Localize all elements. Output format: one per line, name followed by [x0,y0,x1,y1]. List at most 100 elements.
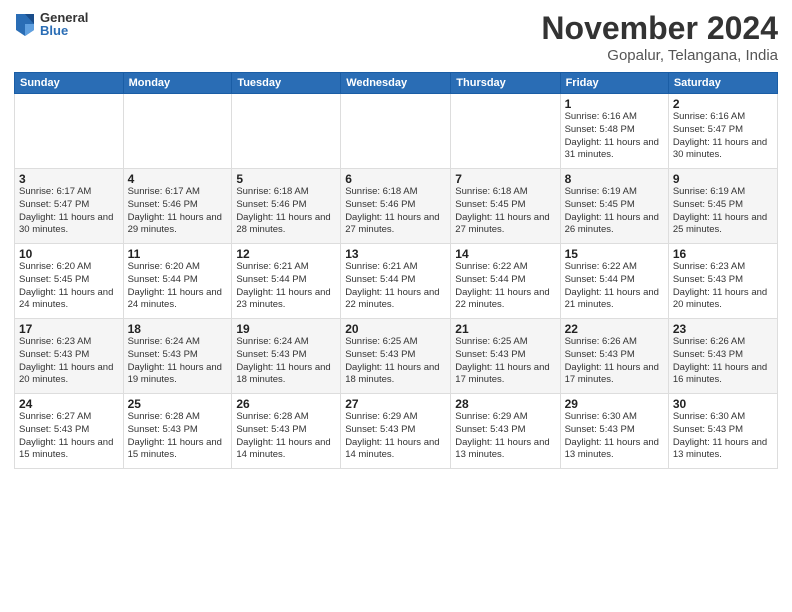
page: General Blue November 2024 Gopalur, Tela… [0,0,792,612]
day-number: 15 [565,247,664,261]
calendar-cell: 16Sunrise: 6:23 AM Sunset: 5:43 PM Dayli… [668,244,777,319]
calendar-cell: 17Sunrise: 6:23 AM Sunset: 5:43 PM Dayli… [15,319,124,394]
calendar-cell: 13Sunrise: 6:21 AM Sunset: 5:44 PM Dayli… [341,244,451,319]
day-info: Sunrise: 6:29 AM Sunset: 5:43 PM Dayligh… [455,411,555,462]
day-number: 23 [673,322,773,336]
calendar-cell: 7Sunrise: 6:18 AM Sunset: 5:45 PM Daylig… [451,169,560,244]
day-number: 9 [673,172,773,186]
calendar-cell: 21Sunrise: 6:25 AM Sunset: 5:43 PM Dayli… [451,319,560,394]
weekday-header-row: SundayMondayTuesdayWednesdayThursdayFrid… [15,73,778,94]
calendar-cell [451,94,560,169]
week-row-1: 3Sunrise: 6:17 AM Sunset: 5:47 PM Daylig… [15,169,778,244]
day-number: 1 [565,97,664,111]
calendar-cell: 12Sunrise: 6:21 AM Sunset: 5:44 PM Dayli… [232,244,341,319]
day-info: Sunrise: 6:20 AM Sunset: 5:44 PM Dayligh… [128,261,228,312]
day-info: Sunrise: 6:27 AM Sunset: 5:43 PM Dayligh… [19,411,119,462]
day-info: Sunrise: 6:17 AM Sunset: 5:47 PM Dayligh… [19,186,119,237]
day-number: 30 [673,397,773,411]
day-info: Sunrise: 6:24 AM Sunset: 5:43 PM Dayligh… [236,336,336,387]
week-row-4: 24Sunrise: 6:27 AM Sunset: 5:43 PM Dayli… [15,394,778,469]
calendar-cell: 19Sunrise: 6:24 AM Sunset: 5:43 PM Dayli… [232,319,341,394]
day-info: Sunrise: 6:16 AM Sunset: 5:48 PM Dayligh… [565,111,664,162]
day-number: 6 [345,172,446,186]
day-info: Sunrise: 6:23 AM Sunset: 5:43 PM Dayligh… [19,336,119,387]
day-number: 13 [345,247,446,261]
calendar-body: 1Sunrise: 6:16 AM Sunset: 5:48 PM Daylig… [15,94,778,469]
day-info: Sunrise: 6:30 AM Sunset: 5:43 PM Dayligh… [673,411,773,462]
day-info: Sunrise: 6:20 AM Sunset: 5:45 PM Dayligh… [19,261,119,312]
day-info: Sunrise: 6:29 AM Sunset: 5:43 PM Dayligh… [345,411,446,462]
day-info: Sunrise: 6:22 AM Sunset: 5:44 PM Dayligh… [565,261,664,312]
day-number: 12 [236,247,336,261]
day-number: 4 [128,172,228,186]
day-number: 29 [565,397,664,411]
weekday-header-saturday: Saturday [668,73,777,94]
calendar-cell: 28Sunrise: 6:29 AM Sunset: 5:43 PM Dayli… [451,394,560,469]
calendar-cell [232,94,341,169]
day-number: 20 [345,322,446,336]
month-title: November 2024 [541,10,778,47]
weekday-header-sunday: Sunday [15,73,124,94]
weekday-header-wednesday: Wednesday [341,73,451,94]
calendar-cell: 24Sunrise: 6:27 AM Sunset: 5:43 PM Dayli… [15,394,124,469]
day-number: 14 [455,247,555,261]
logo-blue-text: Blue [40,24,88,37]
day-info: Sunrise: 6:18 AM Sunset: 5:46 PM Dayligh… [345,186,446,237]
calendar-cell: 22Sunrise: 6:26 AM Sunset: 5:43 PM Dayli… [560,319,668,394]
location: Gopalur, Telangana, India [541,47,778,64]
day-number: 25 [128,397,228,411]
day-info: Sunrise: 6:26 AM Sunset: 5:43 PM Dayligh… [673,336,773,387]
weekday-header-thursday: Thursday [451,73,560,94]
calendar-cell: 27Sunrise: 6:29 AM Sunset: 5:43 PM Dayli… [341,394,451,469]
day-info: Sunrise: 6:21 AM Sunset: 5:44 PM Dayligh… [236,261,336,312]
day-info: Sunrise: 6:23 AM Sunset: 5:43 PM Dayligh… [673,261,773,312]
weekday-header-tuesday: Tuesday [232,73,341,94]
calendar-cell: 15Sunrise: 6:22 AM Sunset: 5:44 PM Dayli… [560,244,668,319]
calendar-cell: 20Sunrise: 6:25 AM Sunset: 5:43 PM Dayli… [341,319,451,394]
day-info: Sunrise: 6:22 AM Sunset: 5:44 PM Dayligh… [455,261,555,312]
calendar-cell: 3Sunrise: 6:17 AM Sunset: 5:47 PM Daylig… [15,169,124,244]
day-number: 27 [345,397,446,411]
day-info: Sunrise: 6:21 AM Sunset: 5:44 PM Dayligh… [345,261,446,312]
day-info: Sunrise: 6:28 AM Sunset: 5:43 PM Dayligh… [236,411,336,462]
day-number: 11 [128,247,228,261]
logo-icon [14,10,36,38]
day-info: Sunrise: 6:26 AM Sunset: 5:43 PM Dayligh… [565,336,664,387]
calendar-cell: 5Sunrise: 6:18 AM Sunset: 5:46 PM Daylig… [232,169,341,244]
day-info: Sunrise: 6:19 AM Sunset: 5:45 PM Dayligh… [565,186,664,237]
day-info: Sunrise: 6:16 AM Sunset: 5:47 PM Dayligh… [673,111,773,162]
calendar-cell: 29Sunrise: 6:30 AM Sunset: 5:43 PM Dayli… [560,394,668,469]
calendar-cell [341,94,451,169]
calendar-cell: 8Sunrise: 6:19 AM Sunset: 5:45 PM Daylig… [560,169,668,244]
day-number: 7 [455,172,555,186]
day-info: Sunrise: 6:18 AM Sunset: 5:46 PM Dayligh… [236,186,336,237]
day-info: Sunrise: 6:18 AM Sunset: 5:45 PM Dayligh… [455,186,555,237]
week-row-2: 10Sunrise: 6:20 AM Sunset: 5:45 PM Dayli… [15,244,778,319]
calendar-cell: 4Sunrise: 6:17 AM Sunset: 5:46 PM Daylig… [123,169,232,244]
day-number: 18 [128,322,228,336]
header: General Blue November 2024 Gopalur, Tela… [14,10,778,64]
day-number: 10 [19,247,119,261]
calendar-cell: 23Sunrise: 6:26 AM Sunset: 5:43 PM Dayli… [668,319,777,394]
calendar-cell: 25Sunrise: 6:28 AM Sunset: 5:43 PM Dayli… [123,394,232,469]
day-number: 24 [19,397,119,411]
day-number: 22 [565,322,664,336]
calendar-cell: 26Sunrise: 6:28 AM Sunset: 5:43 PM Dayli… [232,394,341,469]
day-number: 8 [565,172,664,186]
day-info: Sunrise: 6:17 AM Sunset: 5:46 PM Dayligh… [128,186,228,237]
day-number: 2 [673,97,773,111]
day-info: Sunrise: 6:28 AM Sunset: 5:43 PM Dayligh… [128,411,228,462]
day-number: 21 [455,322,555,336]
day-number: 5 [236,172,336,186]
day-info: Sunrise: 6:19 AM Sunset: 5:45 PM Dayligh… [673,186,773,237]
calendar-cell: 1Sunrise: 6:16 AM Sunset: 5:48 PM Daylig… [560,94,668,169]
day-info: Sunrise: 6:25 AM Sunset: 5:43 PM Dayligh… [455,336,555,387]
day-number: 16 [673,247,773,261]
calendar-cell: 11Sunrise: 6:20 AM Sunset: 5:44 PM Dayli… [123,244,232,319]
calendar-cell: 2Sunrise: 6:16 AM Sunset: 5:47 PM Daylig… [668,94,777,169]
calendar-cell: 18Sunrise: 6:24 AM Sunset: 5:43 PM Dayli… [123,319,232,394]
day-number: 26 [236,397,336,411]
calendar-cell: 9Sunrise: 6:19 AM Sunset: 5:45 PM Daylig… [668,169,777,244]
calendar-cell [123,94,232,169]
calendar: SundayMondayTuesdayWednesdayThursdayFrid… [14,72,778,469]
